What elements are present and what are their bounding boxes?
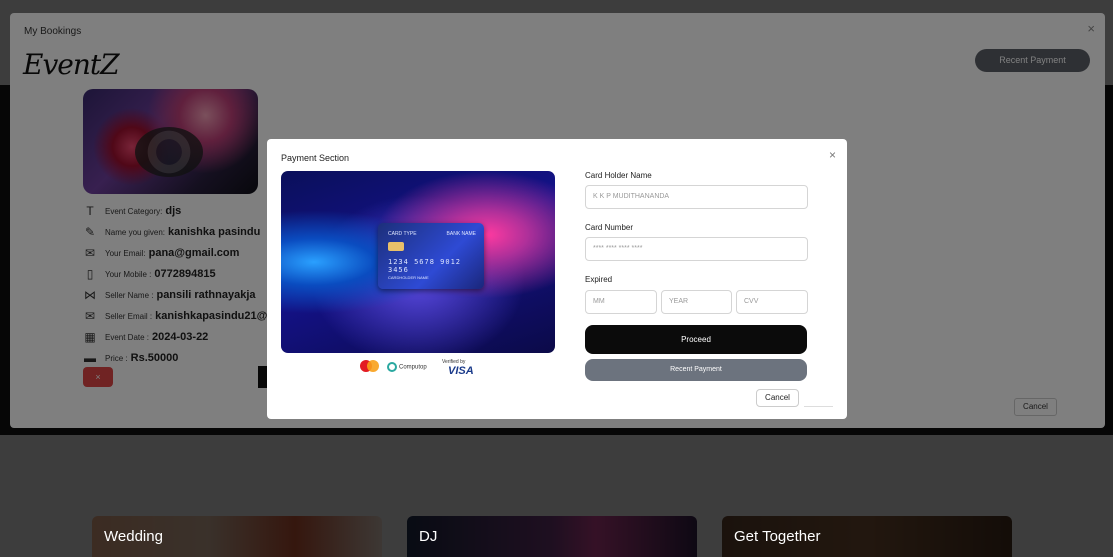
computop-label: Computop: [399, 364, 427, 371]
category-card-label: Get Together: [734, 528, 821, 545]
payment-title: Payment Section: [281, 153, 350, 163]
card-number-preview: 1234 5678 9012 3456: [388, 258, 462, 274]
month-input[interactable]: MM: [585, 290, 657, 314]
bank-name-label: BANK NAME: [446, 231, 476, 237]
credit-card-preview: CARD TYPE BANK NAME 1234 5678 9012 3456 …: [378, 223, 484, 289]
proceed-button[interactable]: Proceed: [585, 325, 807, 354]
computop-icon: [387, 362, 397, 372]
card-number-label: Card Number: [585, 223, 634, 232]
recent-payment-button[interactable]: Recent Payment: [585, 359, 807, 381]
card-number-input[interactable]: **** **** **** ****: [585, 237, 808, 261]
divider: [804, 406, 833, 407]
card-holder-label: Card Holder Name: [585, 171, 652, 180]
visa-logo: VISA: [448, 365, 474, 377]
chip-icon: [388, 242, 404, 251]
year-input[interactable]: YEAR: [661, 290, 732, 314]
card-type-label: CARD TYPE: [388, 231, 417, 237]
mastercard-icon: [360, 359, 379, 377]
close-icon[interactable]: ×: [829, 148, 836, 162]
payment-modal: Payment Section × CARD TYPE BANK NAME 12…: [267, 139, 847, 419]
card-holder-input[interactable]: K K P MUDITHANANDA: [585, 185, 808, 209]
payment-logos: Computop Verified by VISA: [360, 359, 480, 377]
cardholder-label: CARDHOLDER NAME: [388, 275, 429, 280]
computop-logo: Computop: [387, 362, 427, 372]
category-card-label: DJ: [419, 528, 438, 545]
category-card-label: Wedding: [104, 528, 163, 545]
cvv-input[interactable]: CVV: [736, 290, 808, 314]
cancel-button[interactable]: Cancel: [756, 389, 799, 407]
expired-label: Expired: [585, 275, 613, 284]
credit-card-illustration: CARD TYPE BANK NAME 1234 5678 9012 3456 …: [281, 171, 555, 353]
